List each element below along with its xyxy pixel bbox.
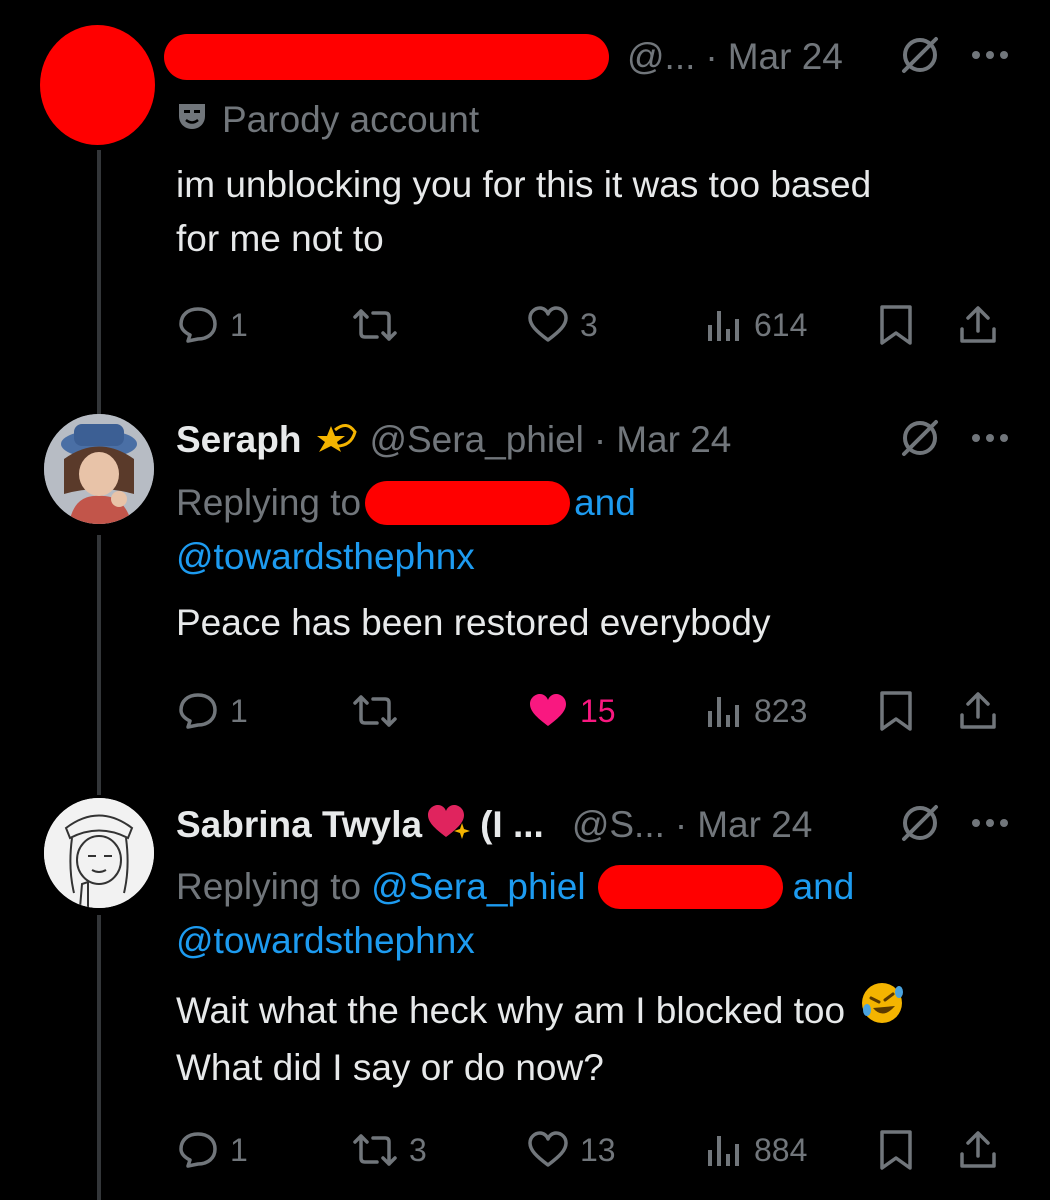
tweet[interactable]: Sabrina Twyla (I ... @S... · Mar 24 Repl… <box>0 780 1050 1200</box>
heart-icon <box>528 306 568 342</box>
views-button[interactable]: 823 <box>704 686 807 736</box>
mask-icon <box>176 99 208 141</box>
views-count: 614 <box>754 306 808 343</box>
retweet-count: 3 <box>409 1131 427 1168</box>
replying-and: and <box>574 482 636 523</box>
views-icon <box>708 311 739 341</box>
like-button[interactable]: 3 <box>526 300 598 350</box>
reply-count: 1 <box>230 1131 248 1168</box>
tweet[interactable]: @... · Mar 24 Parody account im unblocki… <box>0 0 1050 400</box>
mention-link[interactable]: @towardsthephnx <box>176 530 636 584</box>
like-count: 13 <box>580 1131 616 1168</box>
tweet-text: Wait what the heck why am I blocked too … <box>176 980 990 1095</box>
reply-icon <box>179 1132 217 1168</box>
rofl-emoji-icon <box>859 980 905 1041</box>
handle[interactable]: @Sera_phiel <box>369 419 583 461</box>
like-button-active[interactable]: 15 <box>526 686 616 736</box>
retweet-icon <box>353 695 397 727</box>
bookmark-icon <box>880 305 912 345</box>
avatar[interactable] <box>44 798 154 908</box>
like-count: 15 <box>580 692 616 729</box>
reply-button[interactable]: 1 <box>176 300 248 350</box>
action-bar: 1 15 823 <box>176 686 1000 736</box>
views-icon <box>708 697 739 727</box>
share-button[interactable] <box>956 1125 1000 1175</box>
more-icon[interactable] <box>970 431 1010 449</box>
tweet[interactable]: Seraph @Sera_phiel · Mar 24 Replying to … <box>0 400 1050 780</box>
tweet-text: im unblocking you for this it was too ba… <box>176 164 872 259</box>
mention-redacted[interactable] <box>597 865 783 909</box>
retweet-icon <box>353 1134 397 1166</box>
retweet-button[interactable] <box>351 686 409 736</box>
retweet-icon <box>353 309 397 341</box>
handle[interactable]: @... <box>627 36 695 78</box>
mention-redacted[interactable] <box>365 481 571 525</box>
display-name[interactable]: Sabrina Twyla <box>176 804 422 846</box>
replying-to: Replying to @Sera_phiel and @towardsthep… <box>176 860 854 968</box>
action-bar: 1 3 13 884 <box>176 1125 1000 1175</box>
shooting-star-emoji-icon <box>313 416 358 465</box>
display-name-redacted[interactable] <box>164 34 609 80</box>
more-icon[interactable] <box>970 816 1010 834</box>
timestamp[interactable]: Mar 24 <box>697 804 812 846</box>
timestamp[interactable]: Mar 24 <box>728 36 843 78</box>
replying-to: Replying to and @towardsthephnx <box>176 476 636 584</box>
bookmark-button[interactable] <box>876 1125 916 1175</box>
tweet-text: Peace has been restored everybody <box>176 602 771 643</box>
mention-link[interactable]: @Sera_phiel <box>371 860 585 914</box>
views-count: 823 <box>754 692 808 729</box>
share-button[interactable] <box>956 300 1000 350</box>
retweet-button[interactable] <box>351 300 409 350</box>
separator: · <box>674 804 688 845</box>
heart-filled-icon <box>530 694 566 726</box>
display-name[interactable]: Seraph <box>176 419 301 461</box>
action-bar: 1 3 614 <box>176 300 1000 350</box>
separator: · <box>705 36 718 77</box>
views-icon <box>708 1136 739 1166</box>
parody-badge: Parody account <box>176 98 479 142</box>
views-button[interactable]: 614 <box>704 300 807 350</box>
display-name-suffix[interactable]: (I ... <box>480 804 544 846</box>
views-count: 884 <box>754 1131 808 1168</box>
reply-icon <box>179 307 217 343</box>
reply-count: 1 <box>230 692 248 729</box>
share-button[interactable] <box>956 686 1000 736</box>
grok-icon[interactable] <box>898 33 942 82</box>
avatar[interactable] <box>44 414 154 524</box>
share-icon <box>960 306 996 343</box>
sparkling-heart-emoji-icon <box>426 801 471 850</box>
bookmark-icon <box>880 1130 912 1170</box>
separator: · <box>593 419 607 460</box>
avatar-redacted[interactable] <box>40 25 155 145</box>
replying-and: and <box>792 866 855 907</box>
share-icon <box>960 1131 996 1168</box>
reply-button[interactable]: 1 <box>176 686 248 736</box>
views-button[interactable]: 884 <box>704 1125 807 1175</box>
grok-icon[interactable] <box>898 801 942 850</box>
bookmark-button[interactable] <box>876 300 916 350</box>
grok-icon[interactable] <box>898 416 942 465</box>
mention-link[interactable]: @towardsthephnx <box>176 914 854 968</box>
share-icon <box>960 692 996 729</box>
like-count: 3 <box>580 306 598 343</box>
reply-count: 1 <box>230 306 248 343</box>
bookmark-button[interactable] <box>876 686 916 736</box>
retweet-button[interactable]: 3 <box>351 1125 427 1175</box>
reply-button[interactable]: 1 <box>176 1125 248 1175</box>
more-icon[interactable] <box>970 48 1010 66</box>
heart-icon <box>528 1131 568 1167</box>
like-button[interactable]: 13 <box>526 1125 616 1175</box>
bookmark-icon <box>880 691 912 731</box>
handle[interactable]: @S... <box>572 804 665 846</box>
timestamp[interactable]: Mar 24 <box>616 419 731 461</box>
reply-icon <box>179 693 217 729</box>
